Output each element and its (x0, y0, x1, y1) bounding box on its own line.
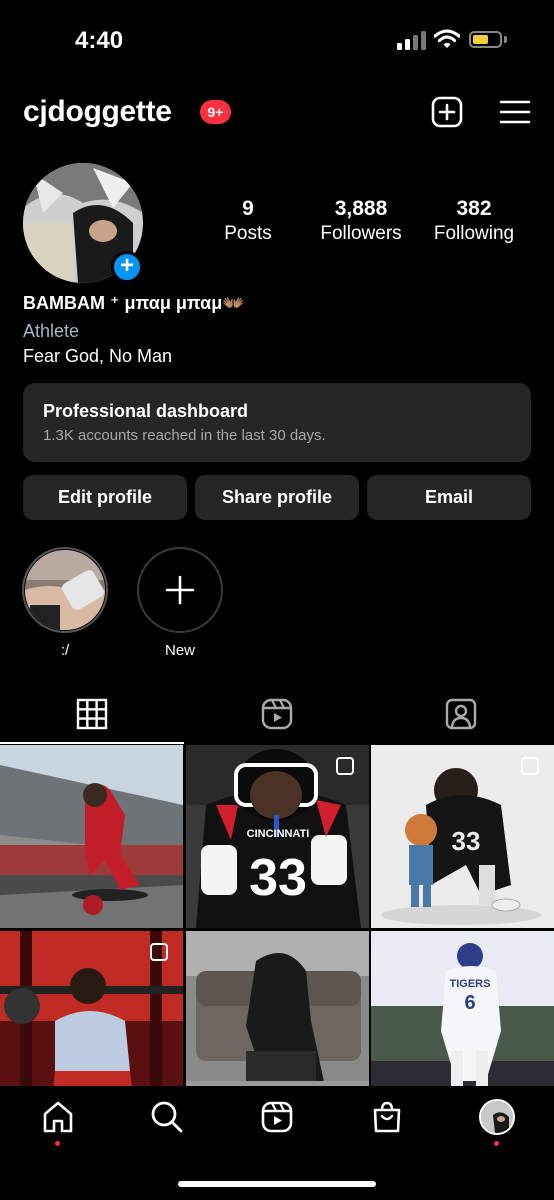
posts-count: 9 (242, 197, 254, 220)
add-story-button[interactable]: + (111, 251, 143, 283)
profile-category: Athlete (23, 321, 80, 341)
grid-icon[interactable] (75, 697, 109, 731)
jersey-number: 33 (452, 826, 481, 856)
create-post-icon[interactable] (431, 96, 463, 128)
following-count: 382 (456, 197, 492, 220)
share-profile-button[interactable]: Share profile (195, 475, 359, 520)
stat-posts[interactable]: 9 Posts (217, 197, 279, 245)
home-icon[interactable] (41, 1100, 75, 1134)
stat-following[interactable]: 382 Following (424, 197, 524, 245)
notification-badge[interactable]: 9+ (200, 100, 231, 124)
new-highlight-label: New (164, 642, 195, 659)
menu-hamburger-icon[interactable] (499, 96, 531, 128)
multi-photo-icon (521, 757, 539, 775)
highlight-thumbnail[interactable] (25, 550, 105, 630)
shop-icon[interactable] (370, 1100, 404, 1134)
jersey-number: 33 (249, 849, 307, 907)
dashboard-subtitle: 1.3K accounts reached in the last 30 day… (43, 427, 326, 444)
profile-tab-avatar[interactable] (479, 1099, 515, 1135)
multi-photo-icon (336, 757, 354, 775)
stat-followers[interactable]: 3,888 Followers (311, 197, 411, 245)
home-notification-dot (55, 1141, 60, 1146)
active-tab-indicator (0, 742, 184, 744)
profile-bio: Fear God, No Man (23, 346, 173, 366)
following-label: Following (433, 223, 515, 244)
profile-display-name: BAMBAM ⁺ μπαμ μπαμ👐🏽 (23, 293, 245, 313)
email-button[interactable]: Email (367, 475, 531, 520)
highlight-label: :/ (60, 642, 70, 659)
post-thumbnail[interactable]: CINCINNATI 33 (186, 745, 369, 928)
battery-icon (469, 31, 502, 48)
home-indicator (178, 1181, 376, 1187)
status-time: 4:40 (75, 27, 124, 54)
post-thumbnail[interactable]: 33 (371, 745, 554, 928)
search-icon[interactable] (150, 1100, 184, 1134)
professional-dashboard-card[interactable]: Professional dashboard 1.3K accounts rea… (23, 383, 531, 462)
reels-icon[interactable] (260, 697, 294, 731)
battery-nub (504, 36, 507, 43)
followers-count: 3,888 (334, 197, 388, 220)
profile-notification-dot (494, 1141, 499, 1146)
edit-profile-button[interactable]: Edit profile (23, 475, 187, 520)
jersey-text: CINCINNATI (247, 828, 310, 840)
followers-label: Followers (320, 223, 402, 244)
reels-nav-icon[interactable] (260, 1100, 294, 1134)
cellular-signal-icon (397, 30, 427, 50)
plus-icon (165, 575, 195, 605)
multi-photo-icon (150, 943, 168, 961)
post-thumbnail[interactable] (0, 745, 183, 928)
posts-label: Posts (224, 223, 272, 244)
profile-username[interactable]: cjdoggette (23, 95, 172, 129)
jersey-text: TIGERS (450, 978, 491, 990)
jersey-number: 6 (464, 992, 475, 1014)
wifi-icon (434, 29, 460, 48)
dashboard-title: Professional dashboard (43, 401, 249, 421)
tagged-icon[interactable] (444, 697, 478, 731)
